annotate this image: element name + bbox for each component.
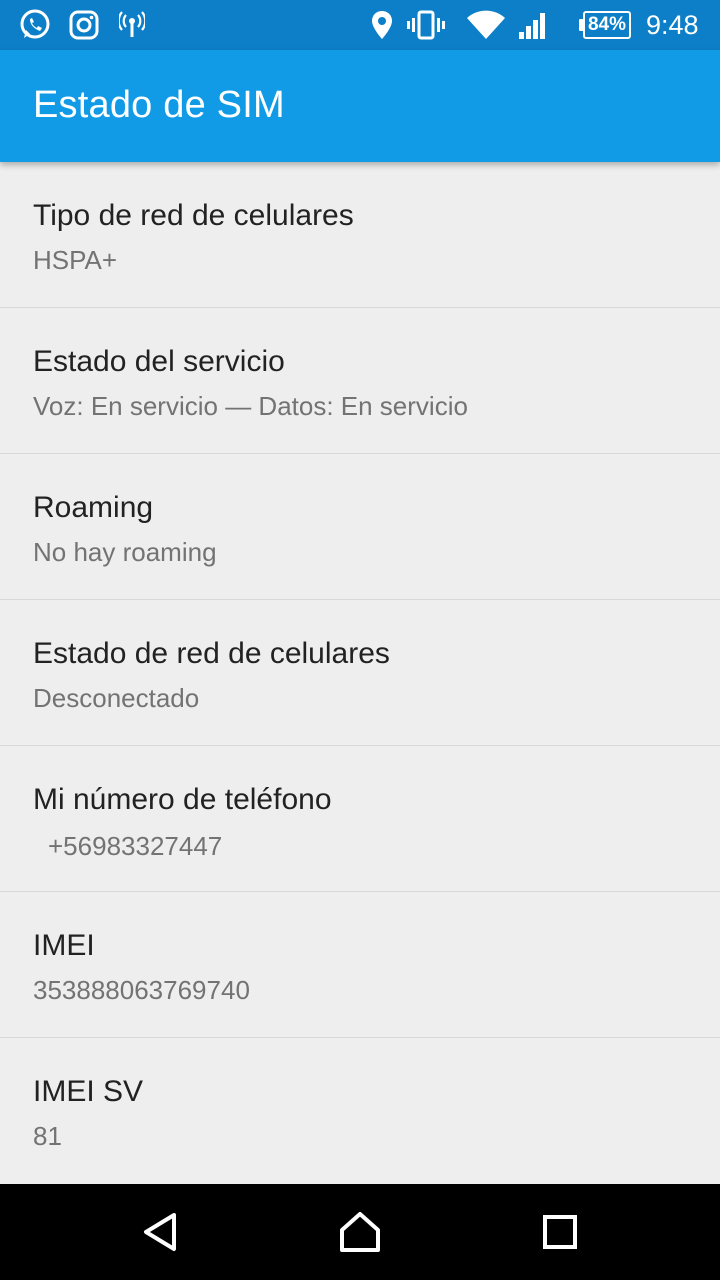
list-item-imei-sv[interactable]: IMEI SV 81: [0, 1038, 720, 1184]
item-summary: 353888063769740: [33, 975, 250, 1005]
item-title: Roaming: [33, 491, 154, 524]
page-title: Estado de SIM: [33, 84, 285, 126]
status-bar: 84% 9:48: [0, 0, 720, 50]
cell-signal-icon: [517, 8, 551, 42]
item-summary: Desconectado: [33, 683, 200, 713]
item-title: Estado de red de celulares: [33, 637, 390, 670]
hotspot-icon: [118, 8, 146, 42]
item-summary: +56983327447: [48, 831, 223, 861]
location-icon: [369, 8, 395, 42]
instagram-icon: [67, 8, 101, 42]
preference-list: Tipo de red de celulares HSPA+ Estado de…: [0, 162, 720, 1184]
item-title: Estado del servicio: [33, 345, 285, 378]
item-summary: HSPA+: [33, 245, 118, 275]
home-icon[interactable]: [330, 1202, 390, 1262]
list-item-imei[interactable]: IMEI 353888063769740: [0, 892, 720, 1038]
item-title: Mi número de teléfono: [33, 783, 332, 816]
navigation-bar: [0, 1184, 720, 1280]
battery-level: 84%: [583, 11, 631, 39]
vibrate-icon: [407, 8, 445, 42]
app-bar: Estado de SIM: [0, 50, 720, 162]
item-title: IMEI SV: [33, 1075, 144, 1108]
list-item-service-state[interactable]: Estado del servicio Voz: En servicio — D…: [0, 308, 720, 454]
item-summary: Voz: En servicio — Datos: En servicio: [33, 391, 468, 421]
wifi-icon: [466, 8, 506, 42]
whatsapp-icon: [17, 8, 53, 42]
list-item-network-type[interactable]: Tipo de red de celulares HSPA+: [0, 162, 720, 308]
item-title: Tipo de red de celulares: [33, 199, 354, 232]
list-item-data-state[interactable]: Estado de red de celulares Desconectado: [0, 600, 720, 746]
item-title: IMEI: [33, 929, 95, 962]
recents-icon[interactable]: [530, 1202, 590, 1262]
item-summary: 81: [33, 1121, 62, 1151]
item-summary: No hay roaming: [33, 537, 217, 567]
list-item-phone-number[interactable]: Mi número de teléfono +56983327447: [0, 746, 720, 892]
list-item-roaming[interactable]: Roaming No hay roaming: [0, 454, 720, 600]
battery-indicator: 84%: [579, 11, 631, 39]
clock: 9:48: [646, 10, 699, 40]
back-icon[interactable]: [130, 1202, 190, 1262]
